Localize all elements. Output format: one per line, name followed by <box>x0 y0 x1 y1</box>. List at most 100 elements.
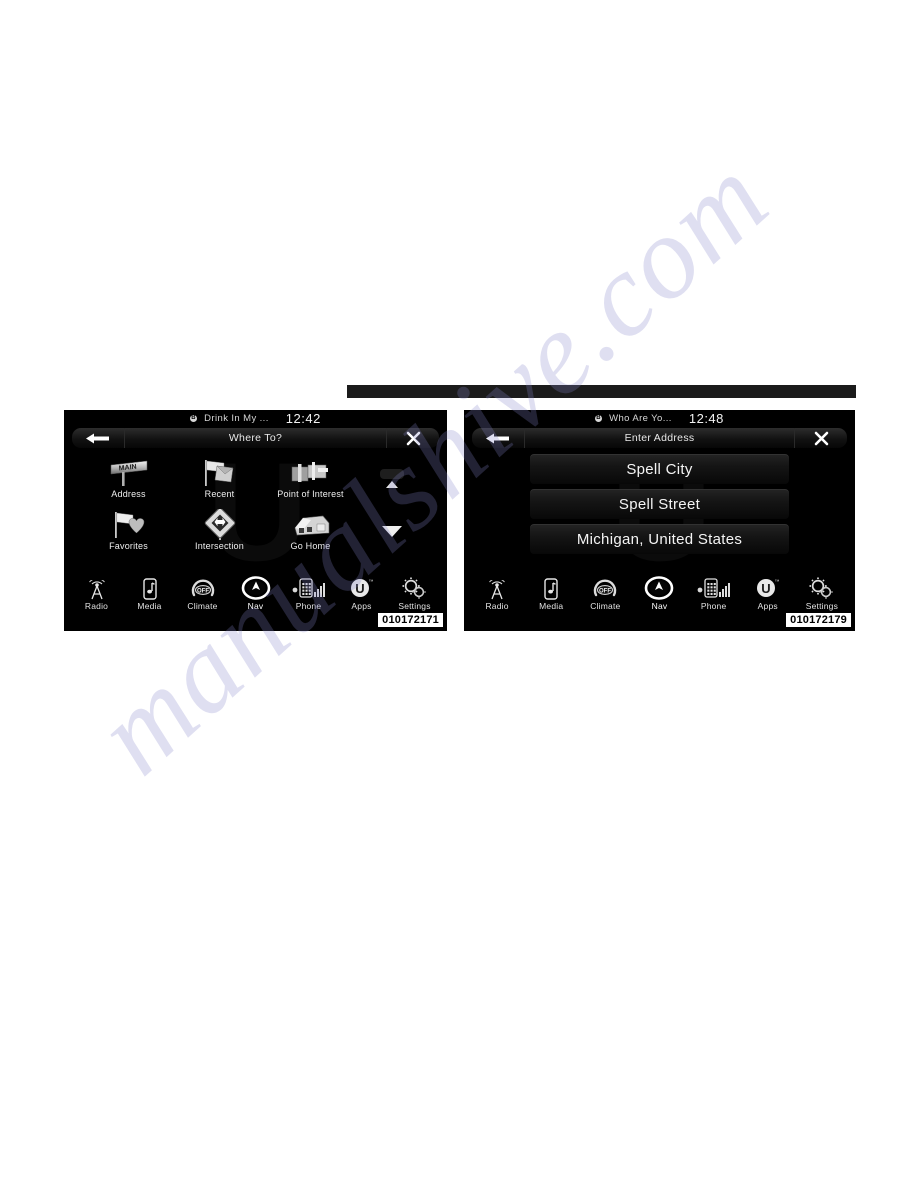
scroll-up-icon <box>380 469 404 488</box>
svg-text:U: U <box>761 581 770 596</box>
nav-item-media[interactable]: Media <box>527 576 575 611</box>
nav-item-nav[interactable]: Nav <box>232 576 280 611</box>
status-bar: B Who Are Yo... 12:48 <box>464 410 855 427</box>
intersection-icon <box>202 508 238 540</box>
flag-heart-icon <box>109 509 149 540</box>
figure-caption: 010172171 <box>377 612 444 628</box>
svg-text:™: ™ <box>368 579 373 585</box>
nav-label: Nav <box>651 601 668 611</box>
nav-item-media[interactable]: Media <box>126 576 174 611</box>
tile-go-home[interactable]: Go Home <box>265 509 356 551</box>
nav-label: Media <box>539 601 564 611</box>
climate-off-icon: OFF <box>190 576 216 600</box>
nav-label: Settings <box>398 601 431 611</box>
tile-label: Intersection <box>195 541 244 551</box>
list-item-spell-street[interactable]: Spell Street <box>530 489 789 519</box>
back-button[interactable] <box>72 428 125 448</box>
settings-gear-icon <box>808 576 835 600</box>
nav-label: Media <box>137 601 162 611</box>
tile-favorites[interactable]: Favorites <box>83 509 174 551</box>
nav-item-settings[interactable]: Settings <box>391 576 439 611</box>
home-icon <box>289 509 333 540</box>
nav-label: Nav <box>247 601 264 611</box>
tile-address[interactable]: MAIN Address <box>83 457 174 499</box>
tile-row-1: MAIN Address Recent Point of Interest <box>64 457 447 509</box>
svg-text:U: U <box>355 581 364 596</box>
screen-title: Enter Address <box>624 432 695 444</box>
figure-caption: 010172179 <box>785 612 852 628</box>
tile-label: Go Home <box>290 541 331 551</box>
close-x-icon <box>406 431 420 445</box>
tile-point-of-interest[interactable]: Point of Interest <box>265 457 356 499</box>
climate-off-icon: OFF <box>592 576 618 600</box>
scroll-up-button[interactable] <box>356 457 428 501</box>
tile-label: Address <box>111 489 146 499</box>
nav-item-radio[interactable]: Radio <box>73 576 121 611</box>
nav-item-settings[interactable]: Settings <box>798 576 846 611</box>
arrow-left-icon <box>86 433 109 443</box>
bluetooth-icon: B <box>190 415 198 422</box>
address-entry-list: Spell City Spell Street Michigan, United… <box>464 448 855 554</box>
status-bar: B Drink In My ... 12:42 <box>64 410 447 427</box>
tile-label: Point of Interest <box>277 489 344 499</box>
scroll-down-button[interactable] <box>356 509 428 553</box>
status-clock: 12:48 <box>688 411 724 426</box>
nav-item-apps[interactable]: U ™ Apps <box>338 576 386 611</box>
nav-item-climate[interactable]: OFF Climate <box>581 576 629 611</box>
scroll-down-icon <box>382 526 402 537</box>
radio-tower-icon <box>86 576 108 600</box>
close-button[interactable] <box>386 428 439 448</box>
title-bar: Enter Address <box>472 428 847 448</box>
apps-uconnect-icon: U ™ <box>348 576 376 600</box>
street-sign-icon: MAIN <box>107 457 151 488</box>
screen-where-to: U B Drink In My ... 12:42 Where To? <box>64 410 447 631</box>
status-clock: 12:42 <box>285 411 321 426</box>
media-note-icon <box>141 576 159 600</box>
nav-item-radio[interactable]: Radio <box>473 576 521 611</box>
bottom-nav-bar: Radio Media OFF Climate Nav Phone U ™ Ap… <box>464 571 855 611</box>
status-source-text: Drink In My ... <box>204 413 269 424</box>
screen-enter-address: U B Who Are Yo... 12:48 Enter Address Sp… <box>464 410 855 631</box>
nav-label: Phone <box>700 601 727 611</box>
back-button[interactable] <box>472 428 525 448</box>
list-item-state-country[interactable]: Michigan, United States <box>530 524 789 554</box>
radio-tower-icon <box>486 576 508 600</box>
settings-gear-icon <box>401 576 428 600</box>
nav-item-phone[interactable]: Phone <box>285 576 333 611</box>
bluetooth-icon: B <box>595 415 603 422</box>
close-button[interactable] <box>794 428 847 448</box>
destination-tile-grid: MAIN Address Recent Point of Interest Fa… <box>64 448 447 575</box>
tile-label: Favorites <box>109 541 148 551</box>
nav-compass-icon <box>644 576 674 600</box>
nav-label: Apps <box>757 601 778 611</box>
tile-row-2: Favorites Intersection Go Home <box>64 508 447 561</box>
flag-recent-icon <box>200 457 240 488</box>
nav-label: Apps <box>351 601 372 611</box>
list-item-label: Spell City <box>626 460 693 478</box>
nav-label: Radio <box>485 601 509 611</box>
nav-label: Settings <box>805 601 839 611</box>
svg-text:™: ™ <box>774 579 779 585</box>
tile-recent[interactable]: Recent <box>174 457 265 499</box>
apps-uconnect-icon: U ™ <box>754 576 782 600</box>
nav-compass-icon <box>241 576 271 600</box>
nav-item-phone[interactable]: Phone <box>690 576 738 611</box>
nav-item-nav[interactable]: Nav <box>635 576 683 611</box>
tile-label: Recent <box>204 489 235 499</box>
title-bar: Where To? <box>72 428 439 448</box>
media-note-icon <box>542 576 560 600</box>
point-of-interest-icon <box>288 457 334 488</box>
tile-intersection[interactable]: Intersection <box>174 508 265 551</box>
list-item-spell-city[interactable]: Spell City <box>530 454 789 484</box>
nav-item-climate[interactable]: OFF Climate <box>179 576 227 611</box>
nav-item-apps[interactable]: U ™ Apps <box>744 576 792 611</box>
phone-icon <box>697 576 731 600</box>
svg-text:OFF: OFF <box>197 589 209 595</box>
nav-label: Climate <box>187 601 218 611</box>
screen-title: Where To? <box>228 432 283 444</box>
bottom-nav-bar: Radio Media OFF Climate Nav Phone U ™ Ap… <box>64 571 447 611</box>
arrow-left-icon <box>486 433 509 443</box>
header-rule <box>347 385 856 398</box>
close-x-icon <box>814 431 828 445</box>
status-source-text: Who Are Yo... <box>609 413 672 424</box>
